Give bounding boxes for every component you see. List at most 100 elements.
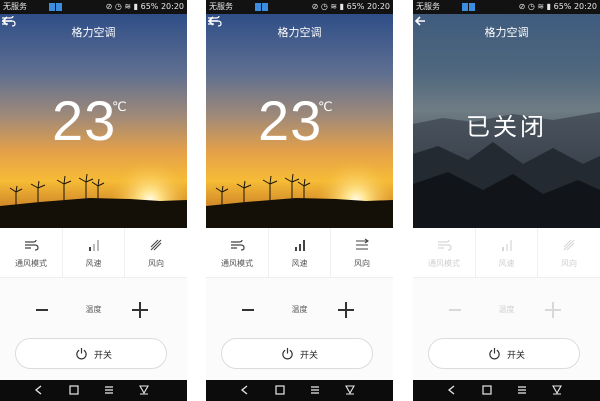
system-nav-bar (0, 380, 187, 401)
mode-wind-direction-button[interactable]: 风向 (124, 228, 187, 278)
signal-bars-icon (294, 240, 305, 251)
signal-bars-icon (501, 240, 512, 251)
nav-menu-icon[interactable] (309, 384, 321, 396)
nav-menu-icon[interactable] (103, 384, 115, 396)
temperature-control-row: 温度 (413, 296, 600, 326)
status-bar: 无服务 ⊘ ◷ ≋ ▮ 65% 20:20 (206, 0, 393, 14)
mode-label: 通风模式 (15, 259, 47, 268)
mode-ventilation-button[interactable]: 通风模式 (413, 228, 475, 278)
nav-notification-icon[interactable] (344, 384, 356, 396)
nav-home-icon[interactable] (274, 384, 286, 396)
signal-bars-icon (88, 240, 99, 251)
power-label: 开关 (507, 351, 526, 361)
sim-icons (255, 3, 269, 17)
nav-notification-icon[interactable] (551, 384, 563, 396)
fan-wind-icon (2, 15, 16, 27)
page-title: 格力空调 (484, 26, 529, 39)
mode-fan-speed-button[interactable]: 风速 (268, 228, 330, 278)
mode-label: 风速 (291, 259, 308, 268)
temperature-label: 温度 (498, 305, 515, 314)
power-label: 开关 (94, 351, 113, 361)
status-bar: 无服务 ⊘ ◷ ≋ ▮ 65% 20:20 (413, 0, 600, 14)
hero-panel: 格力空调 23 ℃ (206, 14, 393, 228)
fan-wind-icon (208, 15, 222, 27)
battery-text: 65% (553, 2, 572, 11)
clock-text: 20:20 (573, 2, 597, 11)
temperature-value: 23 (52, 89, 117, 152)
mode-fan-speed-button[interactable]: 风速 (475, 228, 537, 278)
nav-home-icon[interactable] (68, 384, 80, 396)
mode-wind-direction-button[interactable]: 风向 (537, 228, 600, 278)
mode-ventilation-button[interactable]: 通风模式 (206, 228, 268, 278)
hero-panel: 格力空调 已关闭 (413, 14, 600, 228)
phone-screen-3: 无服务 ⊘ ◷ ≋ ▮ 65% 20:20 格力空调 已关闭 通风模式 风速 风… (413, 0, 600, 401)
carrier-text: 无服务 (209, 2, 233, 11)
clock-text: 20:20 (160, 2, 184, 11)
status-right: ⊘ ◷ ≋ ▮ 65% 20:20 (105, 2, 184, 11)
mode-fan-speed-button[interactable]: 风速 (62, 228, 124, 278)
closed-status-text: 已关闭 (466, 113, 547, 141)
nav-back-icon[interactable] (446, 384, 458, 396)
fan-wind-icon (438, 239, 452, 251)
page-title: 格力空调 (277, 26, 322, 39)
system-nav-bar (206, 380, 393, 401)
sim-icons (462, 3, 476, 17)
status-bar: 无服务 ⊘ ◷ ≋ ▮ 65% 20:20 (0, 0, 187, 14)
temperature-unit: ℃ (318, 100, 333, 115)
sim-icons (49, 3, 63, 17)
power-button[interactable]: 开关 (15, 338, 167, 369)
mode-row: 通风模式 风速 风向 (206, 228, 393, 278)
wind-direction-icon (563, 239, 575, 251)
nav-back-icon[interactable] (239, 384, 251, 396)
battery-text: 65% (346, 2, 365, 11)
mode-label: 风速 (85, 259, 102, 268)
temperature-value: 23 (258, 89, 323, 152)
nav-notification-icon[interactable] (138, 384, 150, 396)
mode-label: 风速 (498, 259, 515, 268)
carrier-text: 无服务 (416, 2, 440, 11)
temperature-increase-button[interactable] (545, 302, 561, 318)
temperature-control-row: 温度 (206, 296, 393, 326)
top-bar: 格力空调 (206, 14, 393, 50)
system-nav-bar (413, 380, 600, 401)
power-icon (489, 347, 500, 360)
phone-screen-1: 无服务 ⊘ ◷ ≋ ▮ 65% 20:20 格力空调 23 ℃ 通风模式 风速 … (0, 0, 187, 401)
power-button[interactable]: 开关 (221, 338, 373, 369)
fan-wind-icon (231, 239, 245, 251)
temperature-increase-button[interactable] (338, 302, 354, 318)
temperature-unit: ℃ (112, 100, 127, 115)
wind-direction-icon (150, 239, 162, 251)
temperature-label: 温度 (291, 305, 308, 314)
mode-label: 风向 (148, 259, 164, 268)
mode-ventilation-button[interactable]: 通风模式 (0, 228, 62, 278)
mode-label: 通风模式 (428, 259, 460, 268)
mode-wind-direction-button[interactable]: 风向 (330, 228, 393, 278)
mode-label: 风向 (561, 259, 577, 268)
status-right: ⊘ ◷ ≋ ▮ 65% 20:20 (311, 2, 390, 11)
hero-panel: 格力空调 23 ℃ (0, 14, 187, 228)
power-button[interactable]: 开关 (428, 338, 580, 369)
page-title: 格力空调 (71, 26, 116, 39)
phone-screen-2: 无服务 ⊘ ◷ ≋ ▮ 65% 20:20 格力空调 23 ℃ 通风模式 风速 … (206, 0, 393, 401)
power-label: 开关 (300, 351, 319, 361)
nav-home-icon[interactable] (481, 384, 493, 396)
power-icon (76, 347, 87, 360)
battery-text: 65% (140, 2, 159, 11)
mode-row: 通风模式 风速 风向 (0, 228, 187, 278)
fan-wind-icon (25, 239, 39, 251)
status-right: ⊘ ◷ ≋ ▮ 65% 20:20 (518, 2, 597, 11)
clock-text: 20:20 (366, 2, 390, 11)
nav-menu-icon[interactable] (516, 384, 528, 396)
top-bar: 格力空调 (0, 14, 187, 50)
temperature-label: 温度 (85, 305, 102, 314)
temperature-increase-button[interactable] (132, 302, 148, 318)
mode-label: 通风模式 (221, 259, 253, 268)
top-bar: 格力空调 (413, 14, 600, 50)
nav-back-icon[interactable] (33, 384, 45, 396)
temperature-control-row: 温度 (0, 296, 187, 326)
mode-row: 通风模式 风速 风向 (413, 228, 600, 278)
carrier-text: 无服务 (3, 2, 27, 11)
power-icon (282, 347, 293, 360)
mode-label: 风向 (354, 259, 370, 268)
wind-direction-icon (356, 238, 369, 250)
